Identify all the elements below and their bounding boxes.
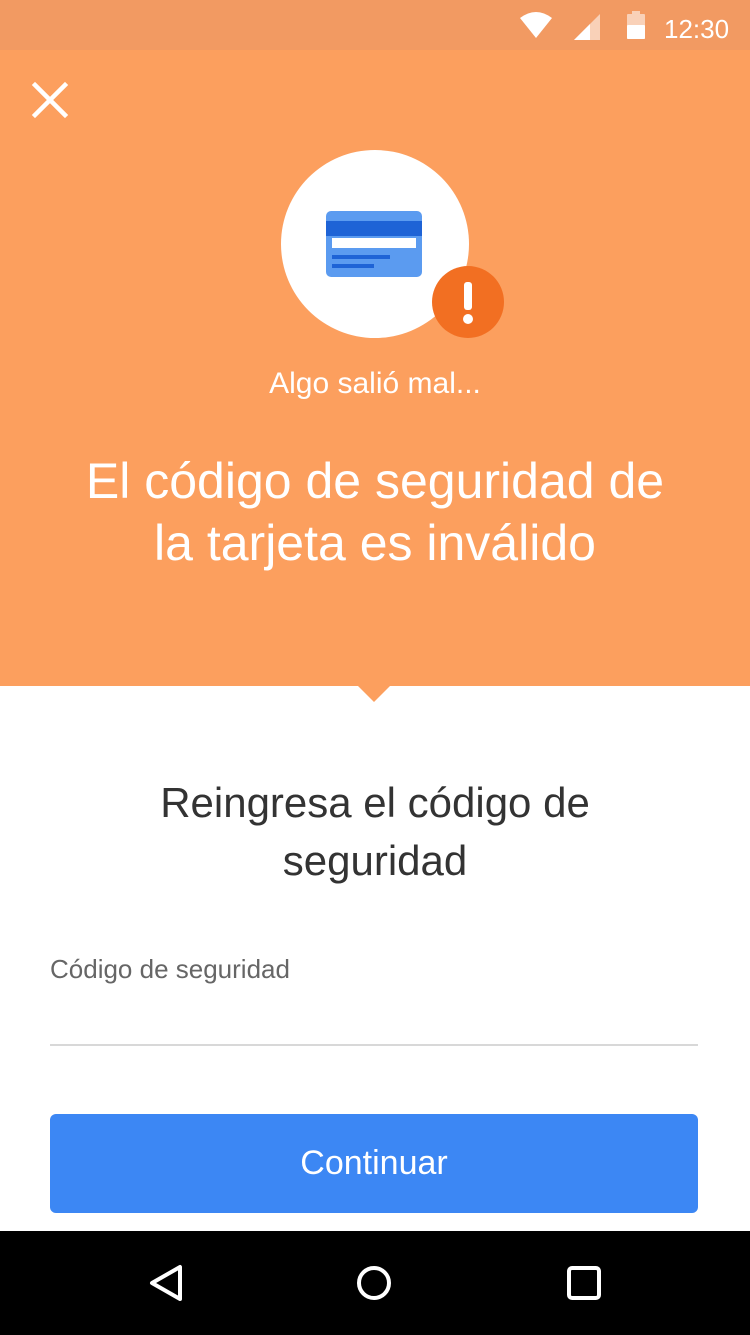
header-pointer (356, 684, 392, 702)
error-eyebrow: Algo salió mal... (269, 367, 481, 400)
home-button[interactable] (346, 1255, 402, 1311)
reenter-prompt: Reingresa el código de seguridad (160, 779, 590, 884)
continue-button[interactable]: Continuar (50, 1114, 698, 1213)
back-button[interactable] (138, 1255, 194, 1311)
alert-badge (432, 266, 504, 338)
exclamation-icon (463, 282, 473, 324)
credit-card-icon (326, 211, 422, 277)
home-icon (357, 1266, 391, 1300)
wifi-icon (520, 12, 552, 38)
security-code-input[interactable] (50, 994, 698, 1046)
status-bar: 12:30 (0, 0, 750, 50)
close-button[interactable] (26, 76, 74, 124)
battery-icon (627, 11, 645, 39)
status-time: 12:30 (664, 14, 730, 44)
error-title: El código de seguridad de la tarjeta es … (85, 453, 665, 571)
back-icon (150, 1265, 182, 1301)
security-code-field: Código de seguridad (50, 950, 698, 1048)
recents-icon (567, 1266, 601, 1300)
security-code-label: Código de seguridad (50, 954, 290, 984)
close-icon (31, 81, 69, 119)
recents-button[interactable] (556, 1255, 612, 1311)
cell-signal-icon (574, 14, 600, 40)
navigation-bar (0, 1231, 750, 1335)
